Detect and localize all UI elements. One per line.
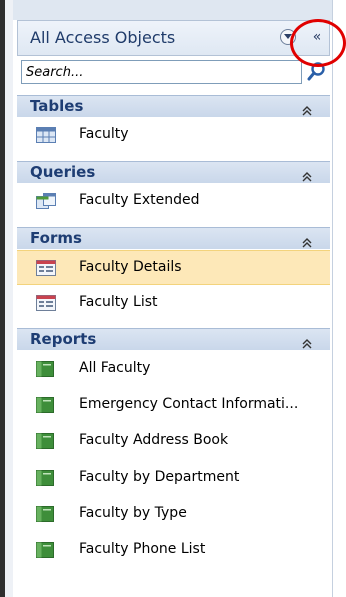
group-header-queries[interactable]: Queries	[17, 161, 330, 183]
report-icon	[36, 433, 54, 449]
report-icon	[36, 397, 54, 413]
form-icon	[36, 260, 56, 276]
group-header-tables[interactable]: Tables	[17, 95, 330, 117]
list-item-report-faculty-phone-list[interactable]: Faculty Phone List	[17, 533, 330, 568]
window-edge-inner	[5, 0, 13, 597]
report-icon	[36, 506, 54, 522]
report-icon	[36, 470, 54, 486]
item-label: Faculty by Type	[79, 505, 187, 521]
list-item-report-all-faculty[interactable]: All Faculty	[17, 352, 330, 387]
group-title-reports: Reports	[30, 330, 97, 348]
item-label: Faculty Address Book	[79, 432, 229, 448]
list-item-form-faculty-list[interactable]: Faculty List	[17, 286, 330, 321]
pane-top-strip	[13, 0, 332, 20]
form-icon	[36, 295, 56, 311]
navigation-pane: All Access Objects « Tables	[13, 0, 333, 597]
pane-title: All Access Objects	[30, 28, 176, 47]
group-title-forms: Forms	[30, 229, 82, 247]
item-label: All Faculty	[79, 360, 151, 376]
report-icon	[36, 361, 54, 377]
query-icon	[36, 193, 56, 209]
group-title-queries: Queries	[30, 163, 96, 181]
item-label: Faculty Details	[79, 259, 182, 275]
list-item-report-faculty-by-department[interactable]: Faculty by Department	[17, 461, 330, 496]
search-input[interactable]	[21, 60, 302, 84]
item-label: Emergency Contact Informati...	[79, 396, 299, 412]
item-label: Faculty List	[79, 294, 158, 310]
item-label: Faculty Extended	[79, 192, 200, 208]
group-title-tables: Tables	[30, 97, 84, 115]
list-item-report-faculty-by-type[interactable]: Faculty by Type	[17, 497, 330, 532]
annotation-highlight-ring	[290, 19, 346, 67]
search-bar	[17, 59, 330, 85]
item-label: Faculty by Department	[79, 469, 240, 485]
table-icon	[36, 127, 56, 143]
group-header-forms[interactable]: Forms	[17, 227, 330, 249]
list-item-report-emergency-contact[interactable]: Emergency Contact Informati...	[17, 388, 330, 423]
list-item-table-faculty[interactable]: Faculty	[17, 118, 330, 153]
navigation-pane-header[interactable]: All Access Objects «	[17, 20, 330, 56]
list-item-query-faculty-extended[interactable]: Faculty Extended	[17, 184, 330, 219]
collapse-chevrons-icon[interactable]	[302, 334, 312, 353]
report-icon	[36, 542, 54, 558]
list-item-report-faculty-address-book[interactable]: Faculty Address Book	[17, 424, 330, 459]
item-label: Faculty Phone List	[79, 541, 206, 557]
group-header-reports[interactable]: Reports	[17, 328, 330, 350]
item-label: Faculty	[79, 126, 129, 142]
list-item-form-faculty-details[interactable]: Faculty Details	[17, 250, 330, 285]
